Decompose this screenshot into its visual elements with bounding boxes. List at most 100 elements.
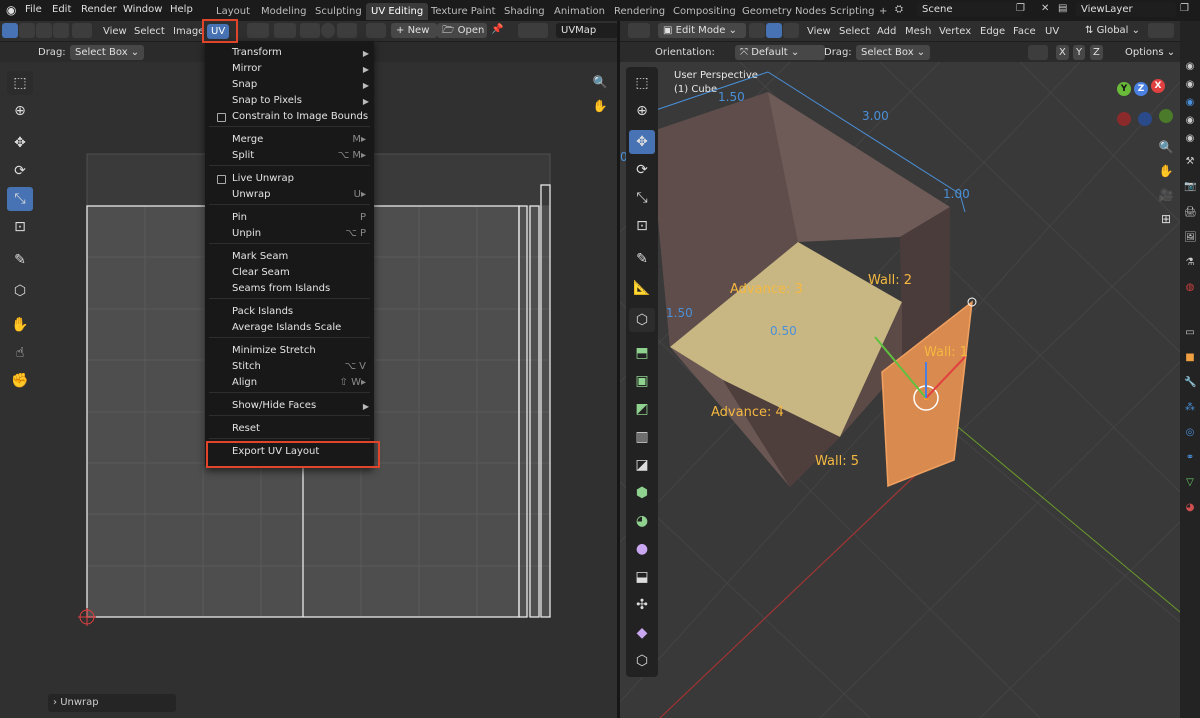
rip-tool-icon[interactable]: ⬡ <box>7 279 33 303</box>
rotate-tool-icon[interactable]: ⟳ <box>629 158 655 182</box>
pivot-point-icon[interactable] <box>1148 23 1174 38</box>
snap-icon[interactable] <box>300 23 320 38</box>
tab-texture-paint[interactable]: Texture Paint <box>426 3 501 20</box>
edge-select-icon[interactable] <box>19 23 35 38</box>
menu-item-unpin[interactable]: Unpin ⌥ P <box>205 226 374 242</box>
annotate-tool-icon[interactable]: ✎ <box>629 247 655 271</box>
grab-tool-icon[interactable]: ✋ <box>7 313 33 337</box>
checkbox[interactable] <box>217 113 226 122</box>
menu-item-mirror[interactable]: Mirror ▶ <box>205 61 374 77</box>
modifier-props-icon[interactable]: 🔧 <box>1184 377 1196 389</box>
vp-menu-edge[interactable]: Edge <box>980 26 1005 37</box>
copy-view-layer-icon[interactable]: ❐ <box>1180 3 1189 14</box>
annotate-tool-icon[interactable]: ✎ <box>7 248 33 272</box>
vertex-select-icon[interactable] <box>2 23 18 38</box>
menu-file[interactable]: File <box>25 4 42 15</box>
options-dropdown[interactable]: Options ⌄ <box>1120 45 1181 60</box>
vp-menu-select[interactable]: Select <box>839 26 870 37</box>
image-browse-icon[interactable] <box>366 23 386 38</box>
measure-tool-icon[interactable]: 📐 <box>629 276 655 300</box>
zoom-icon[interactable]: 🔍 <box>590 72 610 92</box>
spin-tool-icon[interactable]: ◕ <box>629 509 655 533</box>
menu-item-snap-to-pixels[interactable]: Snap to Pixels ▶ <box>205 93 374 109</box>
proportional-edit-icon[interactable] <box>321 23 335 38</box>
editor-type-icon[interactable] <box>72 23 92 38</box>
menu-item-unwrap[interactable]: Unwrap U▸ <box>205 187 374 203</box>
new-image-button[interactable]: + New <box>391 23 437 38</box>
uv-menu-view[interactable]: View <box>103 26 127 37</box>
unwrap-operator-panel[interactable]: › Unwrap <box>48 694 176 712</box>
checkbox[interactable] <box>217 175 226 184</box>
move-tool-icon[interactable]: ✥ <box>629 130 655 154</box>
gizmo-z-axis[interactable]: Z <box>1134 82 1148 96</box>
visibility-icon[interactable]: ◉ <box>1184 97 1196 109</box>
menu-render[interactable]: Render <box>81 4 117 15</box>
physics-props-icon[interactable]: ◎ <box>1184 427 1196 439</box>
falloff-icon[interactable] <box>337 23 357 38</box>
menu-item-live-unwrap[interactable]: Live Unwrap <box>205 171 374 187</box>
shear-tool-icon[interactable]: ◆ <box>629 621 655 645</box>
render-props-icon[interactable]: 📷 <box>1184 181 1196 193</box>
mode-dropdown[interactable]: ▣ Edit Mode ⌄ <box>658 23 746 38</box>
tool-props-icon[interactable]: ⚒ <box>1184 156 1196 168</box>
gizmo-neg-z-axis[interactable] <box>1138 112 1152 126</box>
vp-menu-vertex[interactable]: Vertex <box>939 26 971 37</box>
rotate-tool-icon[interactable]: ⟳ <box>7 159 33 183</box>
scale-tool-icon[interactable]: ⤡ <box>7 187 33 211</box>
vp-menu-uv[interactable]: UV <box>1045 26 1059 37</box>
menu-item-pin[interactable]: Pin P <box>205 210 374 226</box>
inset-tool-icon[interactable]: ▣ <box>629 369 655 393</box>
sync-select-icon[interactable] <box>274 23 296 38</box>
menu-item-align[interactable]: Align ⇧ W▸ <box>205 375 374 391</box>
poly-build-tool-icon[interactable]: ⬢ <box>629 481 655 505</box>
menu-item-stitch[interactable]: Stitch ⌥ V <box>205 359 374 375</box>
tab-modeling[interactable]: Modeling <box>256 3 312 20</box>
uv-map-icon[interactable] <box>518 23 548 38</box>
transform-tool-icon[interactable]: ⊡ <box>7 215 33 239</box>
mirror-z-toggle[interactable]: Z <box>1090 45 1103 60</box>
vp-drag-dropdown[interactable]: Select Box ⌄ <box>856 45 931 60</box>
constraints-props-icon[interactable]: ⚭ <box>1184 452 1196 464</box>
orientation-dropdown[interactable]: ⤧ Default ⌄ <box>735 45 825 60</box>
menu-window[interactable]: Window <box>123 4 162 15</box>
visibility-icon[interactable]: ◉ <box>1184 61 1196 73</box>
vp-menu-view[interactable]: View <box>807 26 831 37</box>
menu-item-pack-islands[interactable]: Pack Islands <box>205 304 374 320</box>
tab-layout[interactable]: Layout <box>211 3 255 20</box>
gizmo-y-axis[interactable]: Y <box>1117 82 1131 96</box>
vp-menu-add[interactable]: Add <box>877 26 896 37</box>
tab-compositing[interactable]: Compositing <box>668 3 741 20</box>
menu-item-transform[interactable]: Transform ▶ <box>205 45 374 61</box>
tab-geometry-nodes[interactable]: Geometry Nodes <box>737 3 831 20</box>
3d-viewport[interactable]: User Perspective (1) Cube 1.50 3.00 1.00… <box>620 62 1180 718</box>
close-scene-icon[interactable]: ✕ <box>1041 3 1049 14</box>
transform-orientation-dropdown[interactable]: ⇅ Global ⌄ <box>1080 23 1152 38</box>
vp-menu-face[interactable]: Face <box>1013 26 1036 37</box>
menu-item-clear-seam[interactable]: Clear Seam <box>205 265 374 281</box>
scene-props-icon[interactable]: ⚗ <box>1184 257 1196 269</box>
menu-item-average-islands-scale[interactable]: Average Islands Scale <box>205 320 374 336</box>
tab-shading[interactable]: Shading <box>499 3 550 20</box>
extrude-tool-icon[interactable]: ⬒ <box>629 341 655 365</box>
gizmo-x-axis[interactable]: X <box>1151 79 1165 93</box>
view-layer-field[interactable]: ViewLayer <box>1076 2 1176 17</box>
uv-drag-dropdown[interactable]: Select Box ⌄ <box>70 45 145 60</box>
scale-tool-icon[interactable]: ⤡ <box>629 186 655 210</box>
select-box-tool-icon[interactable]: ⬚ <box>629 71 655 95</box>
view-layer-props-icon[interactable]: 🖼 <box>1184 232 1197 244</box>
mirror-icon[interactable] <box>1028 45 1048 60</box>
menu-item-show-hide-faces[interactable]: Show/Hide Faces ▶ <box>205 398 374 414</box>
uv-map-field[interactable]: UVMap <box>556 23 618 38</box>
vertex-mode-icon[interactable] <box>749 23 765 38</box>
add-cube-tool-icon[interactable]: ⬡ <box>629 308 655 332</box>
output-props-icon[interactable]: 🖨 <box>1184 207 1197 219</box>
menu-item-seams-from-islands[interactable]: Seams from Islands <box>205 281 374 297</box>
menu-item-minimize-stretch[interactable]: Minimize Stretch <box>205 343 374 359</box>
material-props-icon[interactable]: ◕ <box>1184 502 1196 514</box>
menu-item-merge[interactable]: Merge M▸ <box>205 132 374 148</box>
menu-item-reset[interactable]: Reset <box>205 421 374 437</box>
uv-menu-select[interactable]: Select <box>134 26 165 37</box>
gizmo-neg-x-axis[interactable] <box>1117 112 1131 126</box>
shrink-fatten-tool-icon[interactable]: ✣ <box>629 593 655 617</box>
face-select-icon[interactable] <box>36 23 52 38</box>
